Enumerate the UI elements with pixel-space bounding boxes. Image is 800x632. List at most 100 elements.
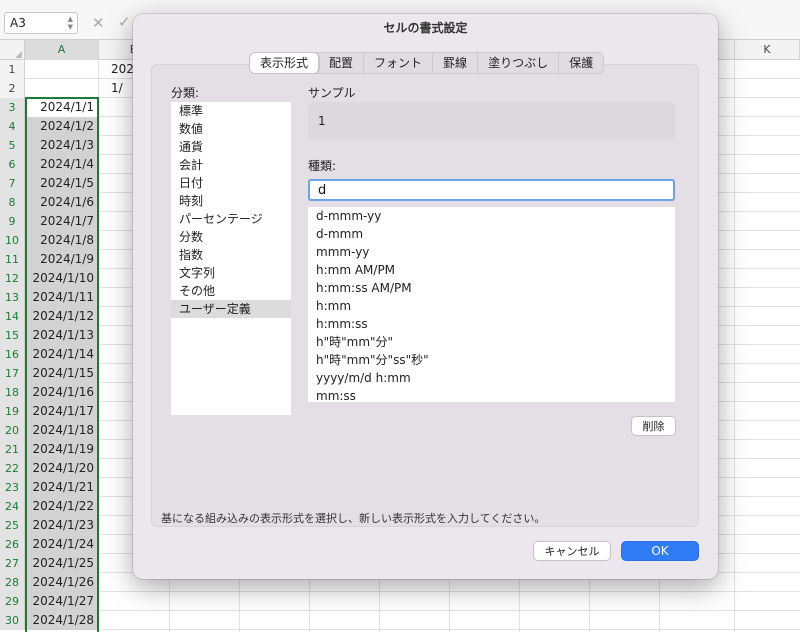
cell-a[interactable]: 2024/1/22 xyxy=(25,497,99,516)
column-header-a[interactable]: A xyxy=(25,40,99,60)
cell-a[interactable]: 2024/1/23 xyxy=(25,516,99,535)
tab-2[interactable]: フォント xyxy=(364,53,434,73)
row-header[interactable]: 4 xyxy=(0,117,25,136)
cell-a[interactable]: 2024/1/25 xyxy=(25,554,99,573)
row-header[interactable]: 11 xyxy=(0,250,25,269)
up-down-chevron-icon[interactable]: ▲ ▼ xyxy=(68,15,73,31)
category-item[interactable]: その他 xyxy=(171,282,291,300)
category-item[interactable]: ユーザー定義 xyxy=(171,300,291,318)
cell-a[interactable]: 2024/1/9 xyxy=(25,250,99,269)
cell-a[interactable]: 2024/1/11 xyxy=(25,288,99,307)
row-header[interactable]: 28 xyxy=(0,573,25,592)
cell-a[interactable] xyxy=(25,60,99,79)
cell-a[interactable]: 2024/1/4 xyxy=(25,155,99,174)
row-header[interactable]: 22 xyxy=(0,459,25,478)
cell-a[interactable]: 2024/1/10 xyxy=(25,269,99,288)
cell-a[interactable]: 2024/1/14 xyxy=(25,345,99,364)
cell-a[interactable]: 2024/1/18 xyxy=(25,421,99,440)
cell-a[interactable]: 2024/1/27 xyxy=(25,592,99,611)
tab-0[interactable]: 表示形式 xyxy=(250,53,320,73)
row-header[interactable]: 27 xyxy=(0,554,25,573)
name-box[interactable]: A3 ▲ ▼ xyxy=(4,12,78,34)
category-item[interactable]: 指数 xyxy=(171,246,291,264)
row-header[interactable]: 30 xyxy=(0,611,25,630)
list-item[interactable]: h:mm AM/PM xyxy=(308,261,675,279)
row-header[interactable]: 2 xyxy=(0,79,25,98)
cell-a[interactable]: 2024/1/8 xyxy=(25,231,99,250)
list-item[interactable]: h"時"mm"分" xyxy=(308,333,675,351)
row-header[interactable]: 13 xyxy=(0,288,25,307)
cell-a[interactable]: 2024/1/1 xyxy=(25,98,99,117)
row-header[interactable]: 29 xyxy=(0,592,25,611)
cell-a[interactable]: 2024/1/19 xyxy=(25,440,99,459)
tab-5[interactable]: 保護 xyxy=(559,53,603,73)
row-header[interactable]: 17 xyxy=(0,364,25,383)
row-header[interactable]: 6 xyxy=(0,155,25,174)
category-item[interactable]: 数値 xyxy=(171,120,291,138)
list-item[interactable]: d-mmm xyxy=(308,225,675,243)
category-item[interactable]: 日付 xyxy=(171,174,291,192)
cell-a[interactable]: 2024/1/5 xyxy=(25,174,99,193)
row-header[interactable]: 20 xyxy=(0,421,25,440)
delete-button[interactable]: 削除 xyxy=(631,416,676,436)
category-list[interactable]: 標準 数値 通貨 会計 日付 時刻 パーセンテージ 分数 指数 文字列 その他 ユーザー定義 xyxy=(171,102,291,415)
category-item[interactable]: 文字列 xyxy=(171,264,291,282)
list-item[interactable]: h:mm:ss xyxy=(308,315,675,333)
list-item[interactable]: h:mm xyxy=(308,297,675,315)
row-header[interactable]: 14 xyxy=(0,307,25,326)
row-header[interactable]: 8 xyxy=(0,193,25,212)
row-header[interactable]: 24 xyxy=(0,497,25,516)
cell-a[interactable]: 2024/1/16 xyxy=(25,383,99,402)
select-all-corner[interactable] xyxy=(0,40,25,60)
cell-a[interactable]: 2024/1/17 xyxy=(25,402,99,421)
cell-b[interactable] xyxy=(99,611,169,630)
list-item[interactable]: d-mmm-yy xyxy=(308,207,675,225)
cell-a[interactable]: 2024/1/6 xyxy=(25,193,99,212)
row-header[interactable]: 26 xyxy=(0,535,25,554)
column-header-k[interactable]: K xyxy=(734,40,800,60)
cell-b[interactable] xyxy=(99,592,169,611)
x-icon[interactable]: ✕ xyxy=(92,14,105,32)
row-header[interactable]: 16 xyxy=(0,345,25,364)
category-item[interactable]: 分数 xyxy=(171,228,291,246)
tab-1[interactable]: 配置 xyxy=(319,53,365,73)
format-code-list[interactable]: d-mmm-yy d-mmm mmm-yy h:mm AM/PM h:mm:ss AM/… xyxy=(308,207,675,402)
category-item[interactable]: 通貨 xyxy=(171,138,291,156)
cell-a[interactable]: 2024/1/26 xyxy=(25,573,99,592)
row-header[interactable]: 5 xyxy=(0,136,25,155)
cell-a[interactable]: 2024/1/12 xyxy=(25,307,99,326)
list-item[interactable]: mmm-yy xyxy=(308,243,675,261)
category-item[interactable]: 標準 xyxy=(171,102,291,120)
cell-a[interactable]: 2024/1/20 xyxy=(25,459,99,478)
category-item[interactable]: パーセンテージ xyxy=(171,210,291,228)
tab-4[interactable]: 塗りつぶし xyxy=(478,53,560,73)
list-item[interactable]: h"時"mm"分"ss"秒" xyxy=(308,351,675,369)
cell-a[interactable]: 2024/1/3 xyxy=(25,136,99,155)
row-header[interactable]: 15 xyxy=(0,326,25,345)
row-header[interactable]: 7 xyxy=(0,174,25,193)
row-header[interactable]: 9 xyxy=(0,212,25,231)
list-item[interactable]: h:mm:ss AM/PM xyxy=(308,279,675,297)
tab-3[interactable]: 罫線 xyxy=(433,53,479,73)
cell-a[interactable]: 2024/1/28 xyxy=(25,611,99,630)
category-item[interactable]: 会計 xyxy=(171,156,291,174)
list-item[interactable]: mm:ss xyxy=(308,387,675,402)
cell-a[interactable] xyxy=(25,79,99,98)
row-header[interactable]: 18 xyxy=(0,383,25,402)
row-header[interactable]: 23 xyxy=(0,478,25,497)
type-input[interactable] xyxy=(308,179,675,201)
cell-a[interactable]: 2024/1/21 xyxy=(25,478,99,497)
row-header[interactable]: 19 xyxy=(0,402,25,421)
cell-a[interactable]: 2024/1/15 xyxy=(25,364,99,383)
category-item[interactable]: 時刻 xyxy=(171,192,291,210)
cell-a[interactable]: 2024/1/13 xyxy=(25,326,99,345)
cancel-button[interactable]: キャンセル xyxy=(533,541,611,561)
row-header[interactable]: 1 xyxy=(0,60,25,79)
cell-a[interactable]: 2024/1/2 xyxy=(25,117,99,136)
list-item[interactable]: yyyy/m/d h:mm xyxy=(308,369,675,387)
row-header[interactable]: 21 xyxy=(0,440,25,459)
cell-a[interactable]: 2024/1/7 xyxy=(25,212,99,231)
row-header[interactable]: 12 xyxy=(0,269,25,288)
ok-button[interactable]: OK xyxy=(621,541,699,561)
row-header[interactable]: 10 xyxy=(0,231,25,250)
